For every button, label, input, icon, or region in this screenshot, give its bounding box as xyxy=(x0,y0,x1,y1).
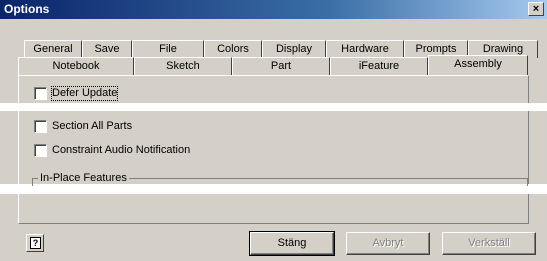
tab-file[interactable]: File xyxy=(132,40,204,58)
tab-assembly[interactable]: Assembly xyxy=(428,55,528,75)
tab-colors[interactable]: Colors xyxy=(204,40,262,58)
constraint-audio-label[interactable]: Constraint Audio Notification xyxy=(52,144,190,157)
window-title: Options xyxy=(4,2,50,16)
defer-update-label[interactable]: Defer Update xyxy=(50,86,119,101)
cancel-button[interactable]: Avbryt xyxy=(346,232,430,255)
close-button[interactable]: Stäng xyxy=(249,231,335,256)
tab-part[interactable]: Part xyxy=(232,57,330,75)
tab-save[interactable]: Save xyxy=(82,40,132,58)
in-place-features-title: In-Place Features xyxy=(38,172,129,184)
tab-display[interactable]: Display xyxy=(262,40,326,58)
defer-update-checkbox[interactable] xyxy=(34,87,47,100)
tab-hardware[interactable]: Hardware xyxy=(326,40,404,58)
content-frame-bottom xyxy=(18,194,529,224)
tab-ifeature[interactable]: iFeature xyxy=(330,57,428,75)
tab-notebook[interactable]: Notebook xyxy=(18,57,134,75)
help-icon[interactable]: ? xyxy=(26,234,44,252)
apply-button[interactable]: Verkställ xyxy=(442,232,536,255)
close-icon[interactable]: × xyxy=(528,2,544,16)
section-all-parts-label[interactable]: Section All Parts xyxy=(52,120,132,133)
constraint-audio-checkbox[interactable] xyxy=(34,144,47,157)
tab-sketch[interactable]: Sketch xyxy=(134,57,232,75)
section-all-parts-checkbox[interactable] xyxy=(34,120,47,133)
title-bar: Options × xyxy=(0,0,547,19)
tab-general[interactable]: General xyxy=(24,40,82,58)
